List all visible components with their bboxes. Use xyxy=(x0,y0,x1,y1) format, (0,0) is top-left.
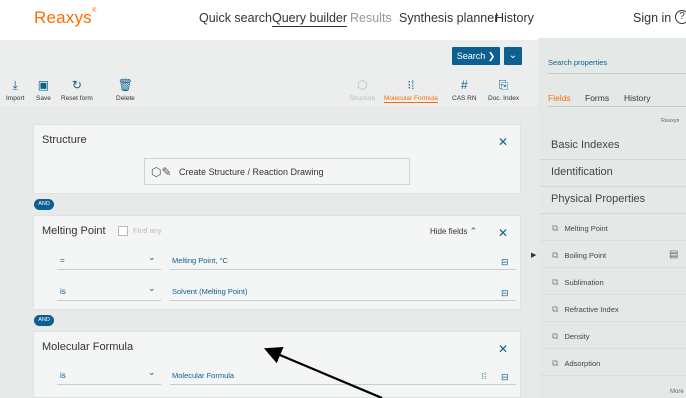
property-refractive-index[interactable]: ⧉ Refractive Index xyxy=(552,304,619,315)
details-icon[interactable]: ▤ xyxy=(669,249,678,260)
divider xyxy=(540,375,686,376)
more-link[interactable]: More xyxy=(670,389,684,395)
divider xyxy=(540,294,686,295)
property-adsorption[interactable]: ⧉ Adsorption xyxy=(552,358,600,369)
divider xyxy=(540,159,686,160)
layers-icon: ⧉ xyxy=(552,358,559,368)
divider xyxy=(548,106,686,107)
tab-history[interactable]: History xyxy=(624,93,650,103)
layers-icon: ⧉ xyxy=(552,304,559,314)
section-physical-properties[interactable]: Physical Properties xyxy=(551,193,645,205)
reaxys-filter-label: Reaxys xyxy=(661,118,680,124)
section-identification[interactable]: Identification xyxy=(551,166,613,178)
property-sublimation[interactable]: ⧉ Sublimation xyxy=(552,277,604,288)
divider xyxy=(548,73,686,74)
search-properties-label: Search properties xyxy=(548,58,608,67)
layers-icon: ⧉ xyxy=(552,277,559,287)
divider xyxy=(540,321,686,322)
search-properties-panel xyxy=(538,38,686,398)
property-boiling-point[interactable]: ⧉ Boiling Point xyxy=(552,250,606,261)
section-basic-indexes[interactable]: Basic Indexes xyxy=(551,139,619,151)
layers-icon: ⧉ xyxy=(552,223,559,233)
tab-forms[interactable]: Forms xyxy=(585,93,609,103)
divider xyxy=(540,186,686,187)
divider xyxy=(540,240,686,241)
tab-fields[interactable]: Fields xyxy=(548,93,571,103)
divider xyxy=(540,213,686,214)
pointer-icon: ▶ xyxy=(531,252,537,259)
property-melting-point[interactable]: ⧉ Melting Point xyxy=(552,223,608,234)
layers-icon: ⧉ xyxy=(552,250,559,260)
divider xyxy=(540,348,686,349)
layers-icon: ⧉ xyxy=(552,331,559,341)
divider xyxy=(540,267,686,268)
property-density[interactable]: ⧉ Density xyxy=(552,331,589,342)
